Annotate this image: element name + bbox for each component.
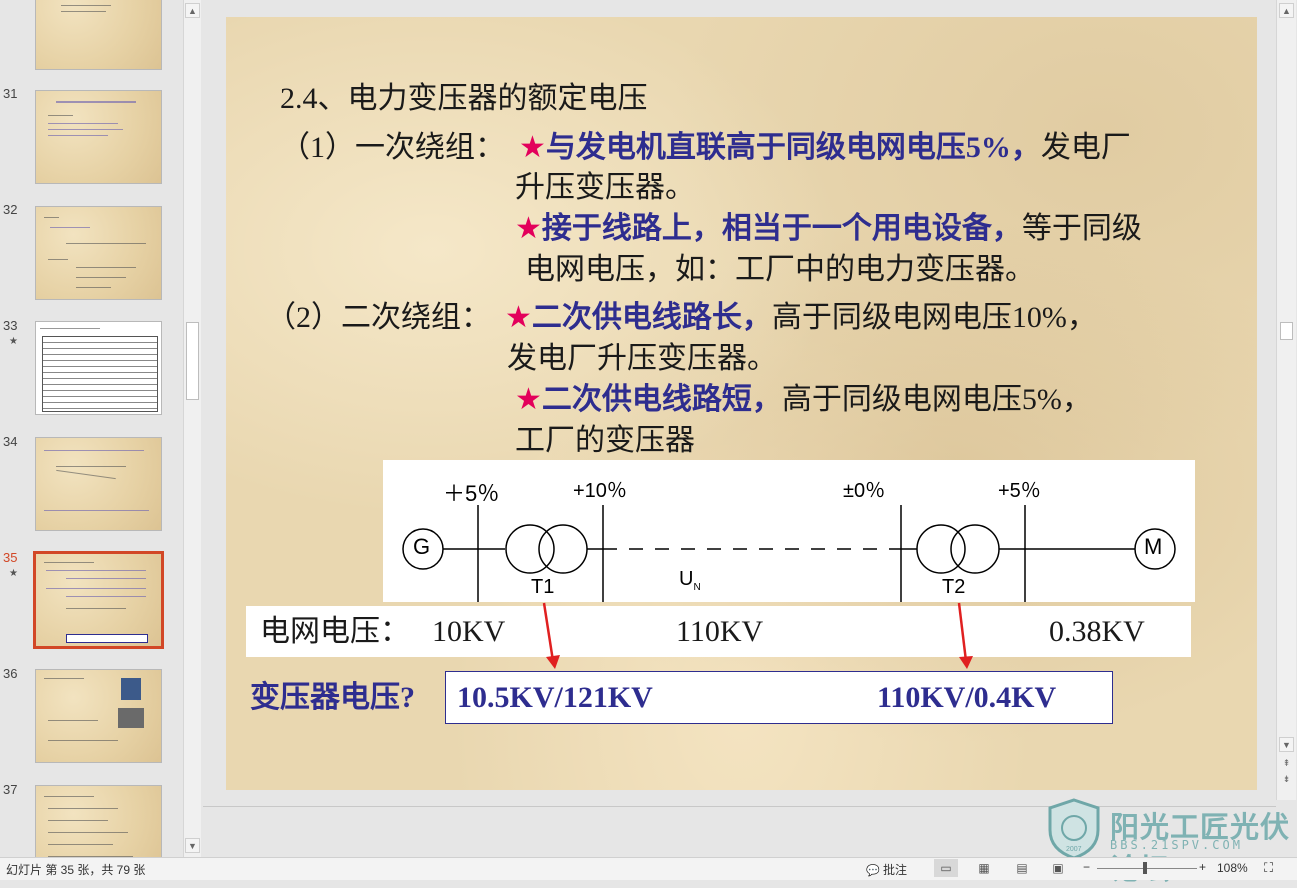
comments-label: 批注 — [883, 863, 908, 877]
secondary-winding-line1: （2）二次绕组： ★二次供电线路长，高于同级电网电压10%， — [266, 300, 1097, 336]
thumbnail-slide-32[interactable] — [35, 206, 162, 300]
power-system-diagram: G M ＋5％ +10％ ±0％ +5％ T1 T2 UN — [383, 460, 1195, 602]
scroll-up-arrow-icon[interactable]: ▲ — [1279, 3, 1294, 18]
thumbnail-number: 31 — [3, 86, 18, 101]
diagram-lines — [402, 505, 1176, 602]
thumbnail-number: 36 — [3, 666, 18, 681]
motor-label: M — [1144, 534, 1163, 559]
previous-slide-icon[interactable]: ⇞ — [1279, 756, 1294, 771]
secondary-item1-line2: 发电厂升压变压器。 — [507, 342, 777, 375]
scroll-up-arrow-icon[interactable]: ▲ — [185, 3, 200, 18]
secondary-winding-label: （2）二次绕组： — [266, 301, 491, 334]
thumbnail-slide-33[interactable] — [35, 321, 162, 415]
generator-label: G — [413, 534, 431, 559]
slideshow-view-icon[interactable]: ▣ — [1046, 859, 1070, 877]
thumbnail-slide-35-selected[interactable] — [33, 551, 164, 649]
comment-icon: 💬 — [866, 865, 880, 877]
secondary-item2-emphasis: 二次供电线路短， — [541, 383, 782, 416]
zoom-in-button[interactable]: + — [1199, 860, 1206, 874]
status-bar: 幻灯片 第 35 张，共 79 张 💬 批注 ▭ ▦ ▤ ▣ − + 108% … — [0, 857, 1297, 880]
thumbnail-scrollbar[interactable]: ▲ ▼ — [183, 0, 201, 857]
secondary-item1-rest: 高于同级电网电压10%， — [771, 301, 1097, 334]
primary-item1-rest: 发电厂 — [1040, 131, 1131, 164]
zoom-slider-track[interactable] — [1097, 868, 1197, 869]
primary-item2-line2: 电网电压，如：工厂中的电力变压器。 — [525, 253, 1035, 286]
slide-scrollbar[interactable]: ▲ ▼ ⇞ ⇟ — [1276, 0, 1296, 800]
watermark-url: BBS.21SPV.COM — [1110, 838, 1243, 852]
transformer-t1-label: T1 — [531, 576, 555, 598]
transformer-t2-label: T2 — [942, 576, 966, 598]
thumbnail-slide-36[interactable] — [35, 669, 162, 763]
normal-view-icon[interactable]: ▭ — [934, 859, 958, 877]
pct-label-3: ±0％ — [843, 480, 886, 502]
primary-item2-emphasis: 接于线路上，相当于一个用电设备， — [541, 212, 1022, 245]
forum-watermark: 2007 阳光工匠光伏论坛 BBS.21SPV.COM — [1046, 798, 1296, 886]
primary-item2-line1: ★接于线路上，相当于一个用电设备，等于同级 — [515, 211, 1142, 247]
fit-to-window-icon[interactable]: ⛶ — [1264, 860, 1273, 876]
primary-winding-line1: （1）一次绕组： ★与发电机直联高于同级电网电压5%，发电厂 — [280, 130, 1131, 166]
transformer-t1-winding2 — [538, 524, 588, 574]
reading-view-icon[interactable]: ▤ — [1010, 859, 1034, 877]
thumbnail-number: 33 — [3, 318, 18, 333]
pct-label-4: +5％ — [998, 480, 1041, 502]
animation-star-icon: ★ — [9, 336, 18, 347]
thumbnail-number: 34 — [3, 434, 18, 449]
comments-button[interactable]: 💬 批注 — [866, 861, 907, 878]
red-arrows — [542, 602, 973, 669]
star-icon: ★ — [515, 212, 542, 245]
slide-count-status: 幻灯片 第 35 张，共 79 张 — [6, 863, 146, 877]
secondary-item2-line1: ★二次供电线路短，高于同级电网电压5%， — [515, 382, 1092, 418]
animation-star-icon: ★ — [9, 568, 18, 579]
primary-item2-rest: 等于同级 — [1021, 212, 1142, 245]
grid-voltage-038kv: 0.38KV — [1049, 615, 1145, 648]
star-icon: ★ — [505, 301, 532, 334]
scrollbar-thumb[interactable] — [1280, 322, 1293, 340]
transformer-voltage-t2: 110KV/0.4KV — [877, 681, 1057, 714]
thumbnail-number: 32 — [3, 202, 18, 217]
pct-label-1: ＋5％ — [443, 481, 500, 506]
zoom-level[interactable]: 108% — [1217, 861, 1248, 875]
thumbnail-slide-31[interactable] — [35, 90, 162, 184]
slide-title: 2.4、电力变压器的额定电压 — [280, 82, 648, 115]
transformer-t2-winding2 — [950, 524, 1000, 574]
secondary-item2-line2: 工厂的变压器 — [515, 424, 695, 457]
grid-voltage-label: 电网电压： — [260, 615, 410, 648]
thumbnail-slide-30[interactable] — [35, 0, 162, 70]
thumbnail-number: 37 — [3, 782, 18, 797]
secondary-item1-emphasis: 二次供电线路长， — [531, 301, 772, 334]
arrow-t2-icon — [957, 602, 968, 662]
transformer-voltage-box: 10.5KV/121KV 110KV/0.4KV — [445, 671, 1113, 724]
thumbnail-slide-34[interactable] — [35, 437, 162, 531]
scroll-down-arrow-icon[interactable]: ▼ — [1279, 737, 1294, 752]
primary-item1-emphasis: 与发电机直联高于同级电网电压5%， — [545, 131, 1041, 164]
watermark-year: 2007 — [1066, 846, 1082, 853]
transformer-voltage-t1: 10.5KV/121KV — [457, 681, 653, 714]
pct-label-2: +10％ — [573, 480, 627, 502]
transformer-voltage-question: 变压器电压? — [250, 681, 415, 714]
thumbnail-number-current: 35 — [3, 550, 18, 565]
secondary-item2-rest: 高于同级电网电压5%， — [781, 383, 1092, 416]
primary-item1-line2: 升压变压器。 — [515, 171, 695, 204]
zoom-slider-thumb[interactable] — [1143, 862, 1147, 874]
next-slide-icon[interactable]: ⇟ — [1279, 772, 1294, 787]
grid-voltage-10kv: 10KV — [432, 615, 506, 648]
nominal-voltage-label: UN — [679, 568, 701, 593]
scrollbar-thumb[interactable] — [186, 322, 199, 400]
star-icon: ★ — [515, 383, 542, 416]
thumbnail-slide-37[interactable] — [35, 785, 162, 857]
slide-sorter-view-icon[interactable]: ▦ — [972, 859, 996, 877]
slide-canvas[interactable]: 2.4、电力变压器的额定电压 （1）一次绕组： ★与发电机直联高于同级电网电压5%… — [226, 17, 1257, 790]
slide-thumbnail-pane[interactable]: 31 32 33 ★ 34 35 ★ 36 37 — [0, 0, 183, 857]
arrow-t1-icon — [542, 602, 555, 662]
star-icon: ★ — [519, 131, 546, 164]
scroll-down-arrow-icon[interactable]: ▼ — [185, 838, 200, 853]
zoom-out-button[interactable]: − — [1083, 860, 1090, 874]
primary-winding-label: （1）一次绕组： — [280, 131, 505, 164]
